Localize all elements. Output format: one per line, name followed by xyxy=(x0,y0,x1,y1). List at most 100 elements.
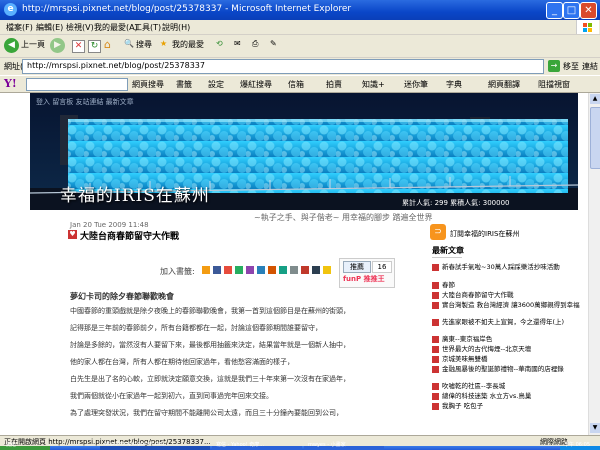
recent-post-item[interactable]: 金融風暴後的聖誕節禮物--華南國的店裡錄 xyxy=(432,365,582,381)
back-button[interactable]: 上一頁 xyxy=(21,39,45,50)
yahoo-settings[interactable]: 設定 xyxy=(208,79,224,90)
favorites-button[interactable]: 我的最愛 xyxy=(172,39,204,50)
menu-tools[interactable]: 工具(T) xyxy=(134,22,161,33)
yahoo-answers[interactable]: 知識+ xyxy=(362,79,385,90)
bookmark-service-icon[interactable] xyxy=(224,266,232,274)
yahoo-mini-pen[interactable]: 迷你筆 xyxy=(404,79,428,90)
rss-icon[interactable]: ⊃ xyxy=(430,224,446,240)
start-button[interactable]: 開始 xyxy=(0,442,50,450)
history-icon[interactable]: ⟲ xyxy=(216,39,223,48)
post-bullet-icon xyxy=(432,264,439,271)
taskbar-yahoo-mail[interactable]: 寫信 - Yahoo! 奇摩... xyxy=(212,442,302,450)
recent-post-item[interactable]: 京城美味無雙橋 xyxy=(432,355,582,364)
mail-icon[interactable]: ✉ xyxy=(234,39,241,48)
search-button[interactable]: 搜尋 xyxy=(136,39,152,50)
push-button[interactable]: 推薦 xyxy=(343,261,371,273)
stop-icon[interactable]: ✕ xyxy=(72,40,85,53)
bookmark-service-icon[interactable] xyxy=(323,266,331,274)
bookmark-service-icon[interactable] xyxy=(257,266,265,274)
go-arrow-icon[interactable]: → xyxy=(548,60,560,72)
bookmark-service-icon[interactable] xyxy=(290,266,298,274)
print-icon[interactable]: ⎙ xyxy=(252,39,258,49)
yahoo-logo-icon[interactable]: Y! xyxy=(4,77,17,90)
bookmark-service-icon[interactable] xyxy=(312,266,320,274)
page-viewport: 登入 留言板 友站連結 最新文章 幸福的IRIS在蘇州 累計人氣: 299 累積… xyxy=(0,93,600,435)
recent-post-item[interactable]: 春節 xyxy=(432,281,582,290)
menu-help[interactable]: 說明(H) xyxy=(162,22,190,33)
yahoo-search-input[interactable] xyxy=(26,78,128,91)
yahoo-web-search[interactable]: 網頁搜尋 xyxy=(132,79,164,90)
address-input[interactable]: http://mrspsi.pixnet.net/blog/post/25378… xyxy=(22,59,544,74)
recent-post-item[interactable]: 新春試手氣啦~30萬人踩踩樂活抄味活動 xyxy=(432,263,582,275)
banner-nav[interactable]: 登入 留言板 友站連結 最新文章 xyxy=(36,97,134,107)
recent-post-item[interactable]: 我胸子 吃包子 xyxy=(432,402,582,411)
bookmark-service-icon[interactable] xyxy=(235,266,243,274)
refresh-icon[interactable]: ↻ xyxy=(88,40,101,53)
post-paragraph: 為了處理突發狀況，我們在留守期間不能離開公司太遠，而且三十分鐘內要能回到公司， xyxy=(70,409,343,417)
edit-icon[interactable]: ✎ xyxy=(270,39,277,48)
recent-post-item[interactable]: 先進家眼被不如夫上宣賀，今之還得年(上) xyxy=(432,318,582,334)
post-bullet-icon xyxy=(432,383,439,390)
menu-edit[interactable]: 編輯(E) xyxy=(36,22,63,33)
yahoo-buzz[interactable]: 爆紅搜尋 xyxy=(240,79,272,90)
window-titlebar: e http://mrspsi.pixnet.net/blog/post/253… xyxy=(0,0,600,20)
page-scrollbar[interactable]: ▲ ▼ xyxy=(588,93,600,435)
taskbar-paint[interactable]: mwyes - 小畫家 xyxy=(304,442,384,450)
post-category-icon: ♥ xyxy=(68,230,77,239)
close-button[interactable]: ✕ xyxy=(580,2,597,19)
search-icon[interactable]: 🔍 xyxy=(124,39,134,48)
bookmark-service-icon[interactable] xyxy=(246,266,254,274)
recent-post-item[interactable]: 總偉的科技迷築 水立方vs.鳥巢 xyxy=(432,392,582,401)
bookmark-service-icon[interactable] xyxy=(213,266,221,274)
standard-toolbar: ◀ 上一頁 ▶ ✕ ↻ ⌂ 🔍 搜尋 ★ 我的最愛 ⟲ ✉ ⎙ ✎ xyxy=(0,35,600,58)
blog-banner: 登入 留言板 友站連結 最新文章 幸福的IRIS在蘇州 累計人氣: 299 累積… xyxy=(30,93,578,210)
menu-favorites[interactable]: 我的最愛(A) xyxy=(94,22,138,33)
address-bar: 網址(D) http://mrspsi.pixnet.net/blog/post… xyxy=(0,58,600,75)
post-bullet-icon xyxy=(432,403,439,410)
funp-logo[interactable]: funP 推推王 xyxy=(343,274,385,284)
recent-post-item[interactable]: 世界最大的古代悔煙--北京天壇 xyxy=(432,345,582,354)
yahoo-auction[interactable]: 拍賣 xyxy=(326,79,342,90)
maximize-button[interactable]: □ xyxy=(563,2,580,19)
menu-view[interactable]: 檢視(V) xyxy=(66,22,94,33)
star-icon[interactable]: ★ xyxy=(160,39,167,48)
links-label[interactable]: 連結 xyxy=(582,61,598,72)
yahoo-translate[interactable]: 網頁翻譯 xyxy=(488,79,520,90)
post-bullet-icon xyxy=(432,393,439,400)
home-icon[interactable]: ⌂ xyxy=(104,39,116,51)
blog-title[interactable]: 幸福的IRIS在蘇州 xyxy=(60,181,210,206)
yahoo-toolbar: Y! 網頁搜尋 書籤 設定 爆紅搜尋 信箱 拍賣 知識+ 迷你筆 字典 網頁翻譯… xyxy=(0,76,600,93)
recent-post-item[interactable]: 實台灣製造 救台灣經濟 讓3600萬鄉親得到幸福 xyxy=(432,301,582,317)
post-paragraph: 白先生是出了名的心軟，立即就決定願意交換，這就是我們三十年來第一次沒有在家過年， xyxy=(70,375,350,383)
menu-bar: 檔案(F) 編輯(E) 檢視(V) 我的最愛(A) 工具(T) 說明(H) xyxy=(0,20,600,35)
yahoo-mail[interactable]: 信箱 xyxy=(288,79,304,90)
yahoo-dictionary[interactable]: 字典 xyxy=(446,79,462,90)
recent-post-item[interactable]: 廣東--東京福岸色 xyxy=(432,335,582,344)
bookmark-service-icon[interactable] xyxy=(301,266,309,274)
recent-post-item[interactable]: 吹噓乾的社區--李長城 xyxy=(432,382,582,391)
taskbar-ie-window[interactable]: http://mrspsi.pixnet.net/... xyxy=(100,441,210,450)
rss-subscribe-link[interactable]: 訂閱幸福的IRIS在蘇州 xyxy=(450,229,519,239)
yahoo-bookmarks[interactable]: 書籤 xyxy=(176,79,192,90)
menu-file[interactable]: 檔案(F) xyxy=(6,22,33,33)
bookmark-service-icon[interactable] xyxy=(279,266,287,274)
recent-post-item[interactable]: 大陸台商春節留守大作戰 xyxy=(432,291,582,300)
post-body: 中國春節的重頭戲就是除夕夜晚上的春節聯歡晚會，我第一首到這個節目是在蘇州的街頭，… xyxy=(70,306,395,425)
post-paragraph: 我們兩個就從小在家過年一起到初六，直到同事過完年回來交接。 xyxy=(70,392,273,400)
post-title[interactable]: 大陸台商春節留守大作戰 xyxy=(80,229,179,242)
scroll-down-icon[interactable]: ▼ xyxy=(590,423,600,433)
post-subheading: 夢幻卡司的除夕春節聯歡晚會 xyxy=(70,292,174,301)
yahoo-popup-blocker[interactable]: 阻擋視窗 xyxy=(538,79,570,90)
forward-arrow-icon[interactable]: ▶ xyxy=(50,38,65,53)
address-url: http://mrspsi.pixnet.net/blog/post/25378… xyxy=(27,61,205,70)
scroll-up-icon[interactable]: ▲ xyxy=(590,94,600,104)
bookmark-service-icon[interactable] xyxy=(202,266,210,274)
bookmark-service-icon[interactable] xyxy=(268,266,276,274)
scrollbar-thumb[interactable] xyxy=(590,107,600,169)
go-button[interactable]: 移至 xyxy=(563,61,579,72)
post-date: Jan 20 Tue 2009 11:48 xyxy=(70,221,149,229)
back-arrow-icon[interactable]: ◀ xyxy=(4,38,19,53)
windows-taskbar: 開始 http://mrspsi.pixnet.net/... 寫信 - Yah… xyxy=(0,441,600,450)
minimize-button[interactable]: _ xyxy=(546,2,563,19)
funp-widget[interactable]: 推薦 16 funP 推推王 xyxy=(339,258,395,288)
